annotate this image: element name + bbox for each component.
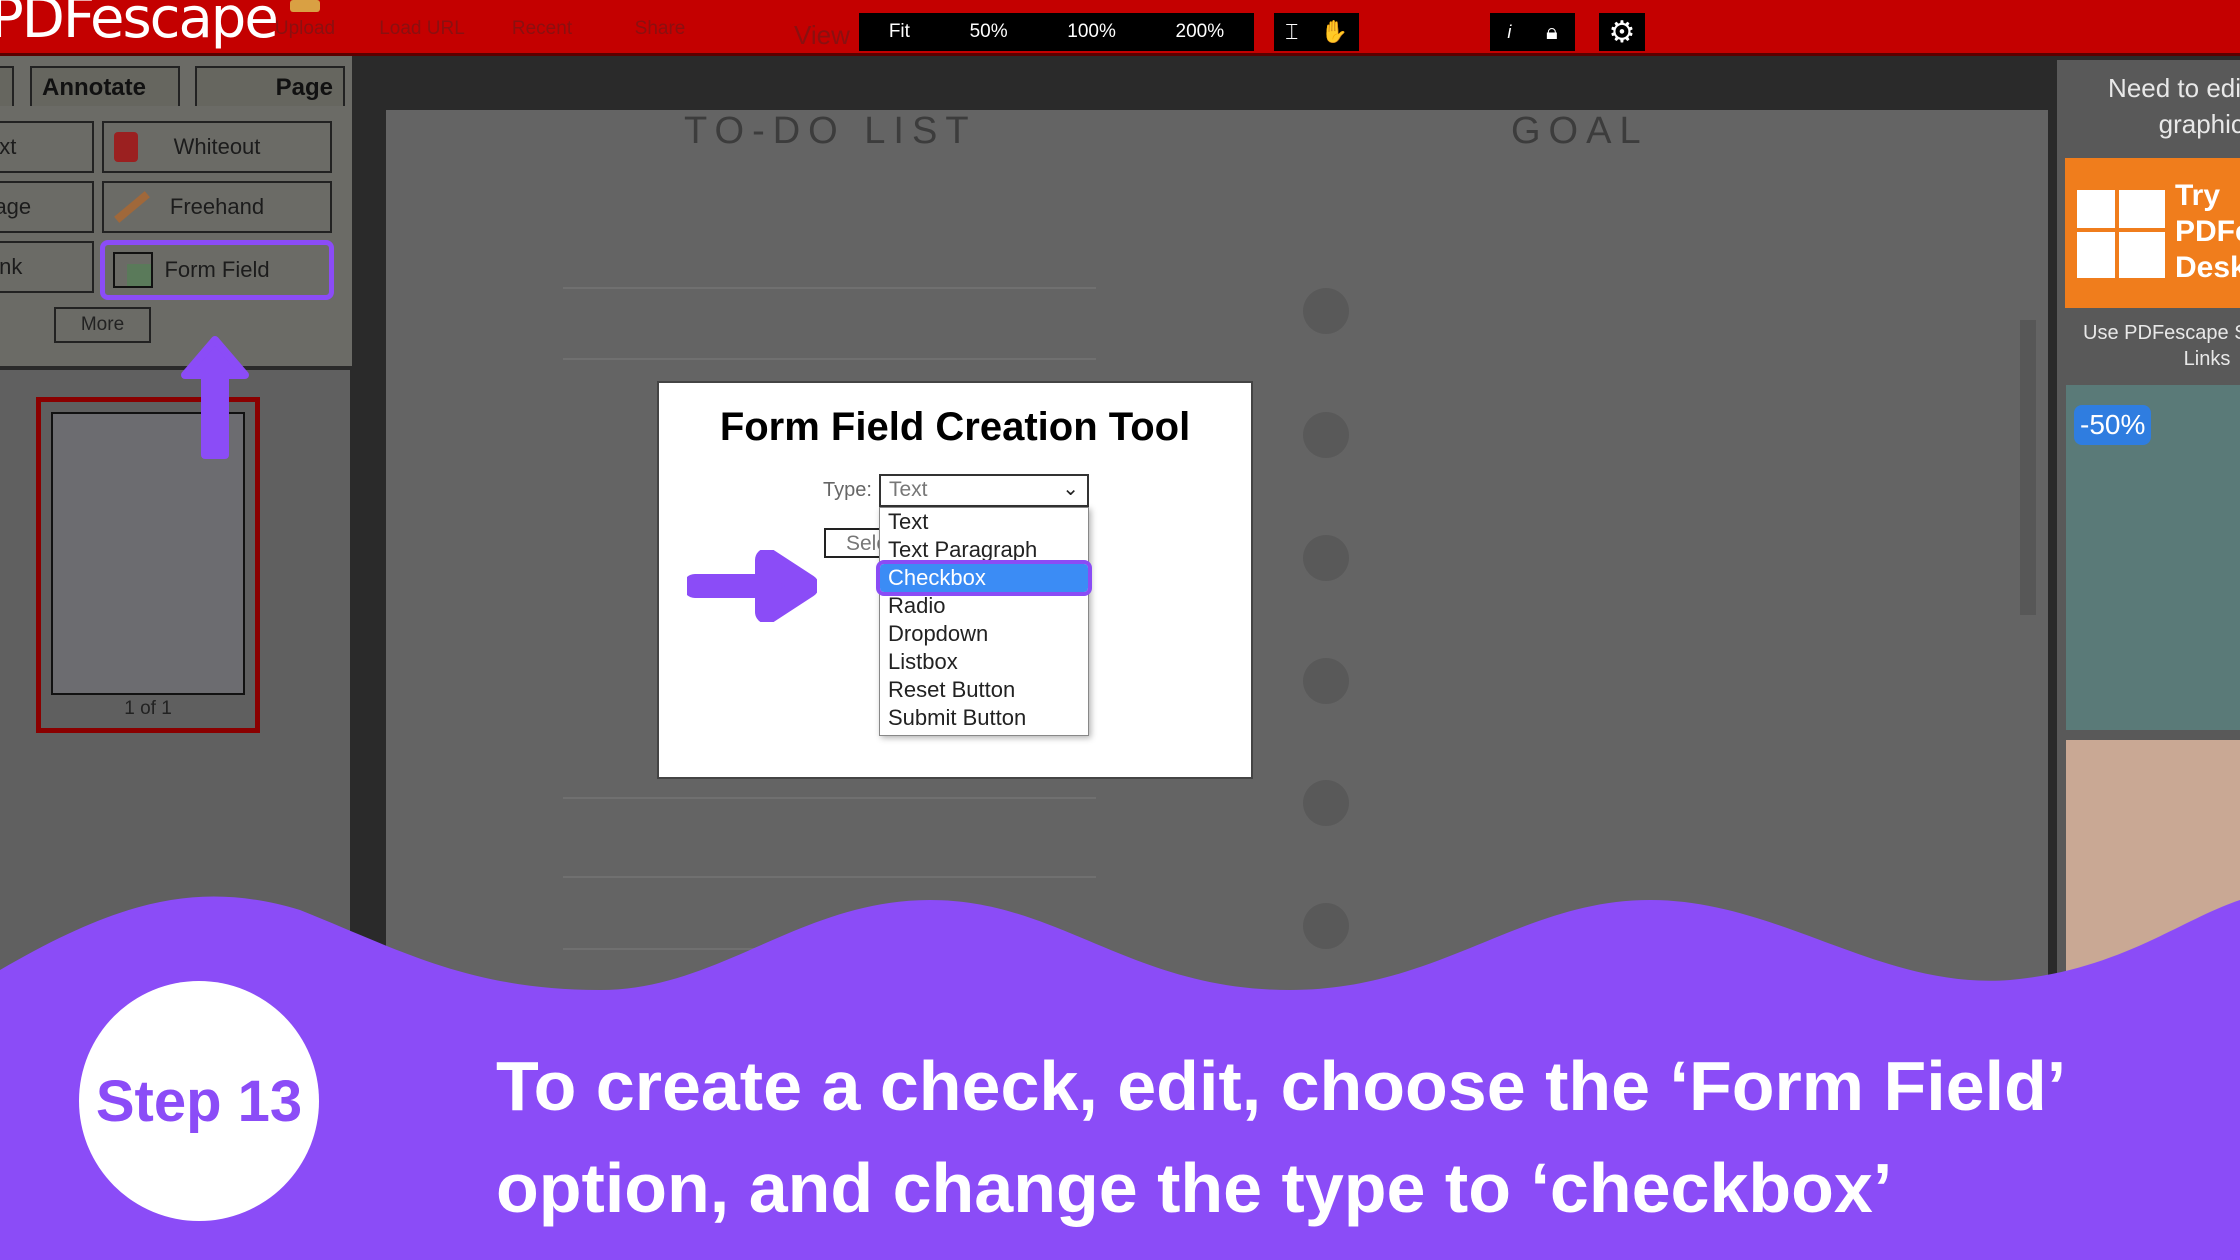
scrollbar[interactable]: [2020, 320, 2036, 615]
step-badge: Step 13: [79, 981, 319, 1221]
text-cursor-icon[interactable]: ⌶: [1285, 19, 1298, 45]
ad-cta: Try PDFescape Desktop: [2175, 179, 2240, 284]
up-arrow-icon: [181, 336, 249, 459]
page-count: 1 of 1: [124, 698, 172, 719]
upload-icon: [290, 0, 320, 12]
bullet-dot: [1303, 288, 1349, 334]
option-reset-button[interactable]: Reset Button: [880, 676, 1088, 704]
todo-header: TO-DO LIST: [684, 110, 977, 152]
tool-whiteout[interactable]: Whiteout: [102, 121, 332, 173]
right-arrow-icon: [687, 550, 817, 622]
doc-line: [563, 358, 1096, 360]
hand-icon[interactable]: ✋: [1320, 19, 1347, 45]
bullet-dot: [1303, 412, 1349, 458]
try-desktop-ad[interactable]: Try PDFescape Desktop: [2065, 158, 2240, 308]
more-button[interactable]: More: [54, 307, 151, 343]
gear-icon: ⚙: [1608, 15, 1636, 49]
top-toolbar: PDFescape Upload Load URL Recent Share V…: [0, 0, 2240, 56]
type-options-list: Text Text Paragraph Checkbox Radio Dropd…: [876, 507, 1092, 736]
tab-page[interactable]: Page: [195, 66, 345, 106]
option-text-paragraph[interactable]: Text Paragraph: [880, 536, 1088, 564]
settings-button[interactable]: ⚙: [1599, 13, 1645, 51]
option-checkbox[interactable]: Checkbox: [876, 560, 1092, 596]
type-select[interactable]: Text ⌄: [879, 474, 1089, 507]
doc-line: [563, 287, 1096, 289]
windows-icon: [2077, 190, 2165, 278]
bullet-dot: [1303, 658, 1349, 704]
ad-sub: Use PDFescape Sponsored Links: [2083, 322, 2240, 370]
step-caption: To create a check, edit, choose the ‘For…: [496, 1035, 2216, 1239]
zoom-fit[interactable]: Fit: [889, 21, 910, 43]
share-button[interactable]: Share: [625, 18, 695, 40]
ad-image[interactable]: -50%: [2066, 385, 2240, 730]
tab-partial[interactable]: [0, 66, 14, 106]
bullet-dot: [1303, 535, 1349, 581]
ad-headline: Need to edit text & graphics?: [2108, 73, 2240, 139]
whiteout-icon: [114, 132, 138, 162]
cursor-tools: ⌶ ✋: [1274, 13, 1359, 51]
tool-text[interactable]: Text: [0, 121, 94, 173]
option-radio[interactable]: Radio: [880, 592, 1088, 620]
option-submit-button[interactable]: Submit Button: [880, 704, 1088, 732]
tool-link[interactable]: Link: [0, 241, 94, 293]
tool-freehand[interactable]: Freehand: [102, 181, 332, 233]
form-field-dialog: Form Field Creation Tool Type: Text ⌄ Sel…: [657, 381, 1253, 779]
select-button[interactable]: Select: [824, 528, 884, 558]
type-label: Type:: [823, 479, 872, 501]
logo: PDFescape: [0, 0, 279, 51]
goal-header: GOAL: [1511, 110, 1649, 152]
option-listbox[interactable]: Listbox: [880, 648, 1088, 676]
zoom-200[interactable]: 200%: [1176, 21, 1225, 43]
bullet-dot: [1303, 780, 1349, 826]
option-text[interactable]: Text: [880, 508, 1088, 536]
caption-line-1: To create a check, edit, choose the ‘For…: [496, 1047, 2067, 1125]
zoom-100[interactable]: 100%: [1067, 21, 1116, 43]
form-field-icon: [113, 252, 153, 288]
zoom-50[interactable]: 50%: [970, 21, 1008, 43]
chevron-down-icon: ⌄: [1062, 478, 1079, 500]
upload-button[interactable]: Upload: [270, 0, 340, 40]
pencil-icon: [114, 191, 150, 223]
load-url-button[interactable]: Load URL: [372, 18, 472, 40]
doc-line: [563, 797, 1096, 799]
zoom-controls: Fit 50% 100% 200%: [859, 13, 1254, 51]
info-icon[interactable]: i: [1507, 22, 1511, 43]
view-label: View: [794, 20, 850, 50]
tool-image[interactable]: Image: [0, 181, 94, 233]
caption-line-2: option, and change the type to ‘checkbox…: [496, 1149, 1893, 1227]
tab-annotate[interactable]: Annotate: [30, 66, 180, 106]
ad-panel: Need to edit text & graphics? Try PDFesc…: [2057, 60, 2240, 1000]
recent-button[interactable]: Recent: [502, 18, 582, 40]
tool-form-field[interactable]: Form Field: [100, 240, 334, 300]
doc-line: [563, 876, 1096, 878]
lock-icon[interactable]: 🔒︎: [1546, 19, 1558, 45]
dialog-title: Form Field Creation Tool: [719, 405, 1191, 449]
info-lock-tools: i 🔒︎: [1490, 13, 1575, 51]
option-dropdown[interactable]: Dropdown: [880, 620, 1088, 648]
discount-badge: -50%: [2074, 405, 2152, 445]
